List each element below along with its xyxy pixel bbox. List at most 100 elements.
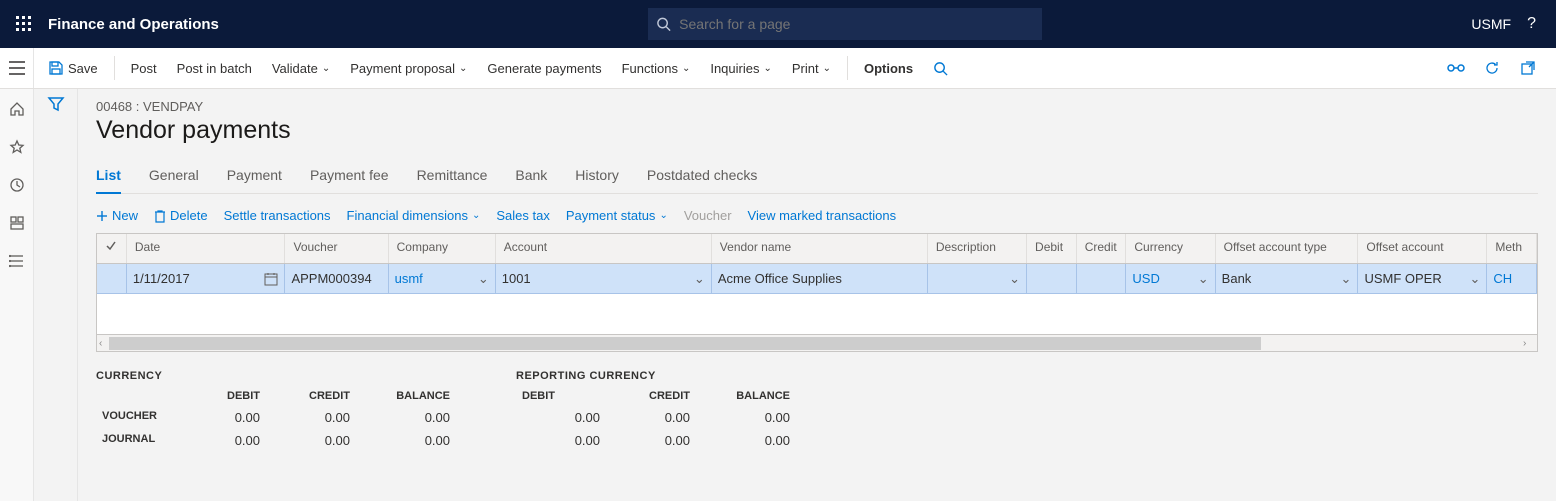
cell-date[interactable]: 1/11/2017	[127, 264, 286, 293]
cell-voucher[interactable]: APPM000394	[285, 264, 388, 293]
workspaces-icon[interactable]	[3, 209, 31, 237]
rep-journal-debit: 0.00	[516, 429, 606, 452]
col-offset-account[interactable]: Offset account	[1358, 234, 1487, 263]
grid-row[interactable]: 1/11/2017 APPM000394 usmf⌄ 1001⌄ Acme Of…	[97, 264, 1537, 294]
modules-icon[interactable]	[3, 247, 31, 275]
col-voucher[interactable]: Voucher	[285, 234, 388, 263]
post-in-batch-button[interactable]: Post in batch	[167, 48, 262, 88]
post-button[interactable]: Post	[121, 48, 167, 88]
rep-journal-credit: 0.00	[606, 429, 696, 452]
voucher-button: Voucher	[684, 208, 732, 223]
left-nav-rail	[0, 89, 34, 501]
grid-empty-area	[97, 294, 1537, 334]
horizontal-scrollbar[interactable]: ‹ ›	[96, 335, 1538, 352]
settle-transactions-button[interactable]: Settle transactions	[224, 208, 331, 223]
payment-proposal-menu[interactable]: Payment proposal⌄	[340, 48, 477, 88]
scroll-right-arrow[interactable]: ›	[1523, 338, 1535, 349]
chevron-down-icon[interactable]: ⌄	[1009, 271, 1020, 287]
search-input[interactable]	[679, 16, 1034, 32]
inquiries-menu[interactable]: Inquiries⌄	[700, 48, 782, 88]
recent-icon[interactable]	[3, 171, 31, 199]
find-button[interactable]	[923, 48, 958, 88]
rep-col-debit: DEBIT	[516, 386, 606, 406]
totals-section: CURRENCY DEBIT CREDIT BALANCE VOUCHER 0.…	[96, 370, 1538, 452]
popout-icon[interactable]	[1514, 54, 1542, 82]
cell-offset-type[interactable]: Bank⌄	[1216, 264, 1359, 293]
chevron-down-icon: ⌄	[459, 63, 467, 74]
options-button[interactable]: Options	[854, 48, 923, 88]
cell-method[interactable]: CH	[1487, 264, 1537, 293]
help-icon[interactable]: ?	[1527, 15, 1536, 33]
select-all-checkbox[interactable]	[97, 234, 127, 263]
financial-dimensions-menu[interactable]: Financial dimensions⌄	[347, 208, 481, 223]
scroll-left-arrow[interactable]: ‹	[99, 338, 111, 349]
command-bar: Save Post Post in batch Validate⌄ Paymen…	[34, 48, 1556, 88]
search-box[interactable]	[648, 8, 1042, 40]
col-date[interactable]: Date	[127, 234, 286, 263]
chevron-down-icon[interactable]: ⌄	[1469, 271, 1480, 287]
sales-tax-button[interactable]: Sales tax	[496, 208, 549, 223]
tab-payment-fee[interactable]: Payment fee	[310, 161, 389, 193]
favorites-icon[interactable]	[3, 133, 31, 161]
chevron-down-icon[interactable]: ⌄	[478, 271, 489, 287]
scroll-thumb[interactable]	[109, 337, 1261, 350]
col-description[interactable]: Description	[928, 234, 1027, 263]
validate-menu[interactable]: Validate⌄	[262, 48, 340, 88]
chevron-down-icon: ⌄	[472, 210, 480, 221]
chevron-down-icon: ⌄	[682, 63, 690, 74]
connector-icon[interactable]	[1442, 54, 1470, 82]
filter-icon[interactable]	[47, 95, 65, 501]
col-method[interactable]: Meth	[1487, 234, 1537, 263]
chevron-down-icon[interactable]: ⌄	[1198, 271, 1209, 287]
tab-bank[interactable]: Bank	[515, 161, 547, 193]
rep-voucher-debit: 0.00	[516, 406, 606, 429]
col-balance-label: BALANCE	[356, 386, 456, 406]
payment-status-menu[interactable]: Payment status⌄	[566, 208, 668, 223]
refresh-icon[interactable]	[1478, 54, 1506, 82]
cell-debit[interactable]	[1027, 264, 1077, 293]
tab-postdated-checks[interactable]: Postdated checks	[647, 161, 758, 193]
cell-currency[interactable]: USD⌄	[1126, 264, 1215, 293]
col-currency[interactable]: Currency	[1126, 234, 1215, 263]
breadcrumb: 00468 : VENDPAY	[96, 99, 1538, 114]
hamburger-menu-icon[interactable]	[0, 48, 34, 88]
delete-button[interactable]: Delete	[154, 208, 208, 223]
cell-account[interactable]: 1001⌄	[496, 264, 712, 293]
view-marked-button[interactable]: View marked transactions	[748, 208, 897, 223]
cell-vendor-name[interactable]: Acme Office Supplies	[712, 264, 928, 293]
company-code[interactable]: USMF	[1471, 16, 1511, 32]
print-menu[interactable]: Print⌄	[782, 48, 841, 88]
tab-payment[interactable]: Payment	[227, 161, 282, 193]
chevron-down-icon[interactable]: ⌄	[694, 271, 705, 287]
cell-company[interactable]: usmf⌄	[389, 264, 496, 293]
rep-col-balance: BALANCE	[696, 386, 796, 406]
voucher-row-label: VOUCHER	[96, 406, 176, 429]
form-tabs: List General Payment Payment fee Remitta…	[96, 161, 1538, 194]
row-selector[interactable]	[97, 264, 127, 293]
col-debit[interactable]: Debit	[1027, 234, 1077, 263]
app-launcher-icon[interactable]	[8, 8, 40, 40]
home-icon[interactable]	[3, 95, 31, 123]
col-credit[interactable]: Credit	[1077, 234, 1127, 263]
rep-voucher-credit: 0.00	[606, 406, 696, 429]
tab-history[interactable]: History	[575, 161, 619, 193]
cell-description[interactable]: ⌄	[928, 264, 1027, 293]
tab-remittance[interactable]: Remittance	[417, 161, 488, 193]
reporting-currency-totals: REPORTING CURRENCY DEBIT CREDIT BALANCE …	[516, 370, 796, 452]
calendar-icon[interactable]	[264, 272, 278, 286]
tab-general[interactable]: General	[149, 161, 199, 193]
functions-menu[interactable]: Functions⌄	[612, 48, 701, 88]
page-title: Vendor payments	[96, 116, 1538, 145]
col-account[interactable]: Account	[496, 234, 712, 263]
cell-credit[interactable]	[1077, 264, 1127, 293]
new-button[interactable]: New	[96, 208, 138, 223]
col-offset-type[interactable]: Offset account type	[1216, 234, 1359, 263]
chevron-down-icon[interactable]: ⌄	[1341, 271, 1352, 287]
save-button[interactable]: Save	[38, 48, 108, 88]
col-vendor-name[interactable]: Vendor name	[712, 234, 928, 263]
cell-offset-account[interactable]: USMF OPER⌄	[1358, 264, 1487, 293]
tab-list[interactable]: List	[96, 161, 121, 193]
generate-payments-button[interactable]: Generate payments	[477, 48, 611, 88]
chevron-down-icon: ⌄	[659, 210, 667, 221]
col-company[interactable]: Company	[389, 234, 496, 263]
